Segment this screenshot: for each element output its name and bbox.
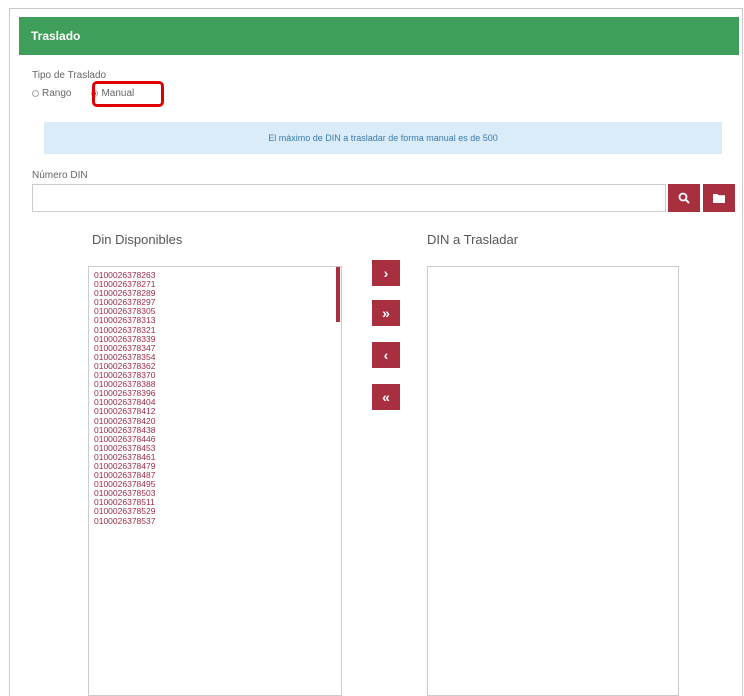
din-disponibles-title: Din Disponibles [92, 232, 183, 247]
radio-rango-circle[interactable] [32, 90, 39, 97]
folder-button[interactable] [703, 184, 735, 212]
radio-rango[interactable]: Rango [32, 88, 71, 99]
manual-highlight-box [92, 81, 164, 107]
din-disponibles-items: 0100026378263 0100026378271 0100026378289 0… [89, 267, 341, 526]
tipo-traslado-label: Tipo de Traslado [32, 70, 107, 81]
search-button[interactable] [668, 184, 700, 212]
din-trasladar-title: DIN a Trasladar [427, 232, 519, 247]
din-disponibles-list[interactable]: 0100026378263 0100026378271 0100026378289 0… [88, 266, 342, 696]
panel-title: Traslado [19, 17, 739, 55]
list-item[interactable]: 0100026378537 [94, 516, 341, 526]
radio-rango-label: Rango [42, 88, 72, 99]
info-alert: El máximo de DIN a trasladar de forma ma… [44, 122, 722, 154]
remove-selected-button[interactable]: ‹ [372, 342, 400, 368]
numero-din-input[interactable] [32, 184, 666, 212]
numero-din-label: Número DIN [32, 170, 88, 181]
din-trasladar-list[interactable] [427, 266, 679, 696]
remove-all-button[interactable]: « [372, 384, 400, 410]
add-selected-button[interactable]: › [372, 260, 400, 286]
add-all-button[interactable]: » [372, 300, 400, 326]
folder-icon [713, 194, 725, 203]
list-scrollbar[interactable] [336, 267, 340, 322]
search-icon [678, 192, 690, 204]
